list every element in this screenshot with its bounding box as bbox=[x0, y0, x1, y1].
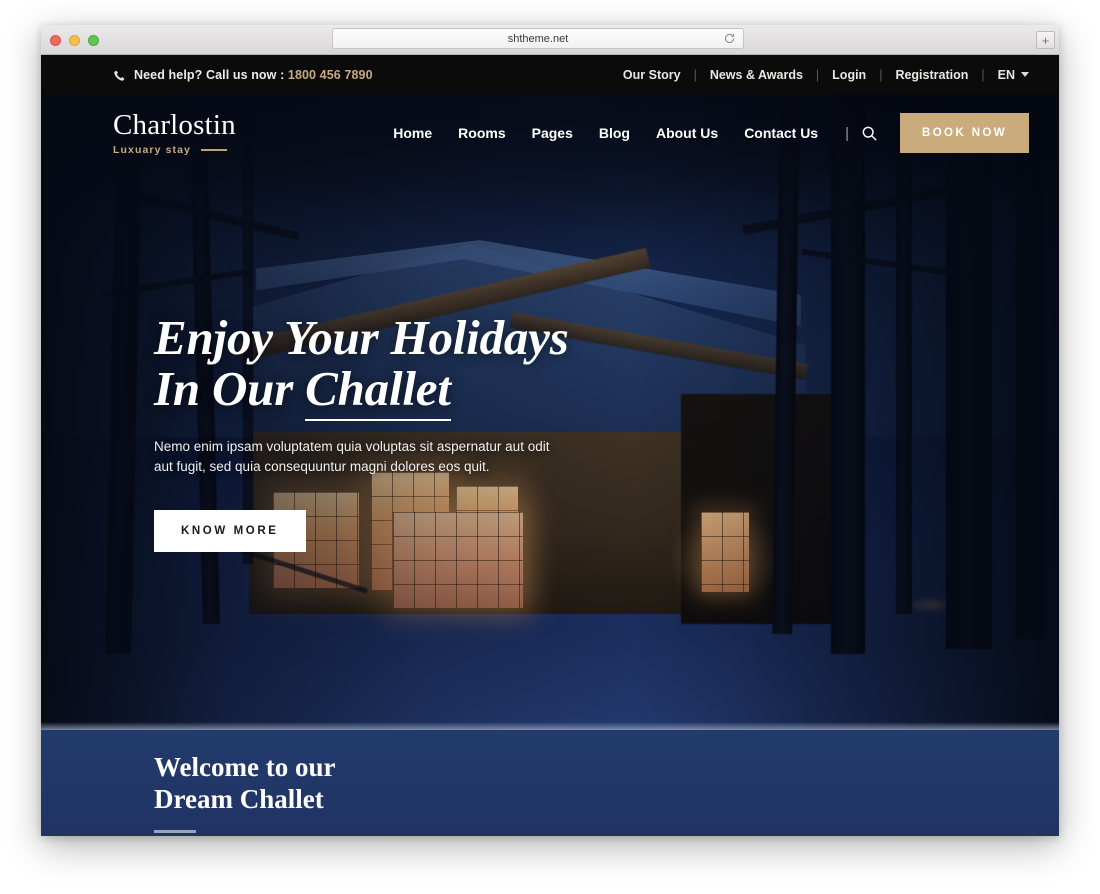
top-utility-bar: Need help? Call us now : 1800 456 7890 O… bbox=[41, 55, 1059, 94]
plus-icon: + bbox=[1041, 32, 1050, 48]
phone-icon bbox=[113, 69, 125, 81]
help-label: Need help? Call us now : bbox=[134, 67, 288, 82]
book-now-button[interactable]: BOOK NOW bbox=[900, 113, 1029, 153]
logo-tagline-row: Luxuary stay bbox=[113, 144, 236, 156]
contact-info: Need help? Call us now : 1800 456 7890 bbox=[113, 68, 373, 82]
nav-item-home[interactable]: Home bbox=[393, 125, 432, 141]
top-link-our-story[interactable]: Our Story bbox=[623, 68, 681, 82]
nav-item-pages[interactable]: Pages bbox=[532, 125, 573, 141]
welcome-line1: Welcome to our bbox=[154, 752, 336, 782]
minimize-window-button[interactable] bbox=[69, 35, 80, 46]
logo-name: Charlostin bbox=[113, 109, 236, 142]
hero-subtitle: Nemo enim ipsam voluptatem quia voluptas… bbox=[154, 438, 550, 475]
phone-number[interactable]: 1800 456 7890 bbox=[288, 68, 373, 82]
reload-icon[interactable] bbox=[723, 32, 736, 45]
hero-bottom-edge bbox=[41, 722, 1059, 730]
welcome-divider bbox=[154, 829, 196, 833]
top-separator: | bbox=[879, 67, 883, 82]
address-bar[interactable]: shtheme.net bbox=[332, 28, 744, 49]
welcome-inner: Welcome to our Dream Challet bbox=[41, 730, 1059, 833]
language-label: EN bbox=[997, 67, 1015, 82]
logo-dash bbox=[200, 148, 227, 151]
search-icon[interactable] bbox=[861, 125, 878, 142]
hero-title-line2-prefix: In Our bbox=[154, 360, 306, 416]
browser-titlebar: shtheme.net + bbox=[41, 25, 1059, 55]
chevron-down-icon bbox=[1021, 72, 1029, 77]
nav-item-rooms[interactable]: Rooms bbox=[458, 125, 505, 141]
welcome-section: Welcome to our Dream Challet bbox=[41, 730, 1059, 836]
nav-item-blog[interactable]: Blog bbox=[599, 125, 630, 141]
welcome-line2: Dream Challet bbox=[154, 783, 324, 814]
browser-window: shtheme.net + Need help? Call us now: 1… bbox=[41, 25, 1059, 836]
logo-tagline: Luxuary stay bbox=[113, 143, 191, 156]
hero-title-underlined-word: Challet bbox=[305, 360, 451, 421]
maximize-window-button[interactable] bbox=[88, 35, 99, 46]
top-separator: | bbox=[815, 67, 820, 82]
top-separator: | bbox=[981, 67, 985, 82]
language-selector[interactable]: EN bbox=[998, 68, 1029, 82]
hero-title: Enjoy Your Holidays In Our Challet bbox=[154, 310, 674, 421]
nav-item-contact-us[interactable]: Contact Us bbox=[744, 125, 818, 141]
top-links: Our Story | News & Awards | Login | Regi… bbox=[623, 68, 1029, 82]
know-more-button[interactable]: KNOW MORE bbox=[154, 510, 306, 553]
top-link-login[interactable]: Login bbox=[832, 68, 866, 82]
site-header: Charlostin Luxuary stay Home Rooms Pages… bbox=[41, 94, 1059, 172]
site-logo[interactable]: Charlostin Luxuary stay bbox=[113, 109, 236, 156]
help-text: Need help? Call us now : 1800 456 7890 bbox=[134, 68, 373, 82]
url-text: shtheme.net bbox=[507, 32, 569, 45]
main-navigation: Home Rooms Pages Blog About Us Contact U… bbox=[380, 113, 1029, 153]
nav-separator: | bbox=[845, 124, 849, 142]
new-tab-button[interactable]: + bbox=[1036, 31, 1055, 49]
hero-title-line1: Enjoy Your Holidays bbox=[154, 310, 569, 365]
top-link-news-awards[interactable]: News & Awards bbox=[710, 68, 803, 82]
close-window-button[interactable] bbox=[50, 35, 61, 46]
top-link-registration[interactable]: Registration bbox=[895, 68, 968, 82]
website-viewport: Need help? Call us now : 1800 456 7890 O… bbox=[41, 55, 1059, 836]
top-separator: | bbox=[693, 67, 697, 82]
welcome-title: Welcome to our Dream Challet bbox=[154, 752, 1059, 816]
nav-item-about-us[interactable]: About Us bbox=[656, 125, 718, 141]
hero-content: Enjoy Your Holidays In Our Challet Nemo … bbox=[154, 310, 674, 553]
window-controls bbox=[50, 35, 99, 46]
